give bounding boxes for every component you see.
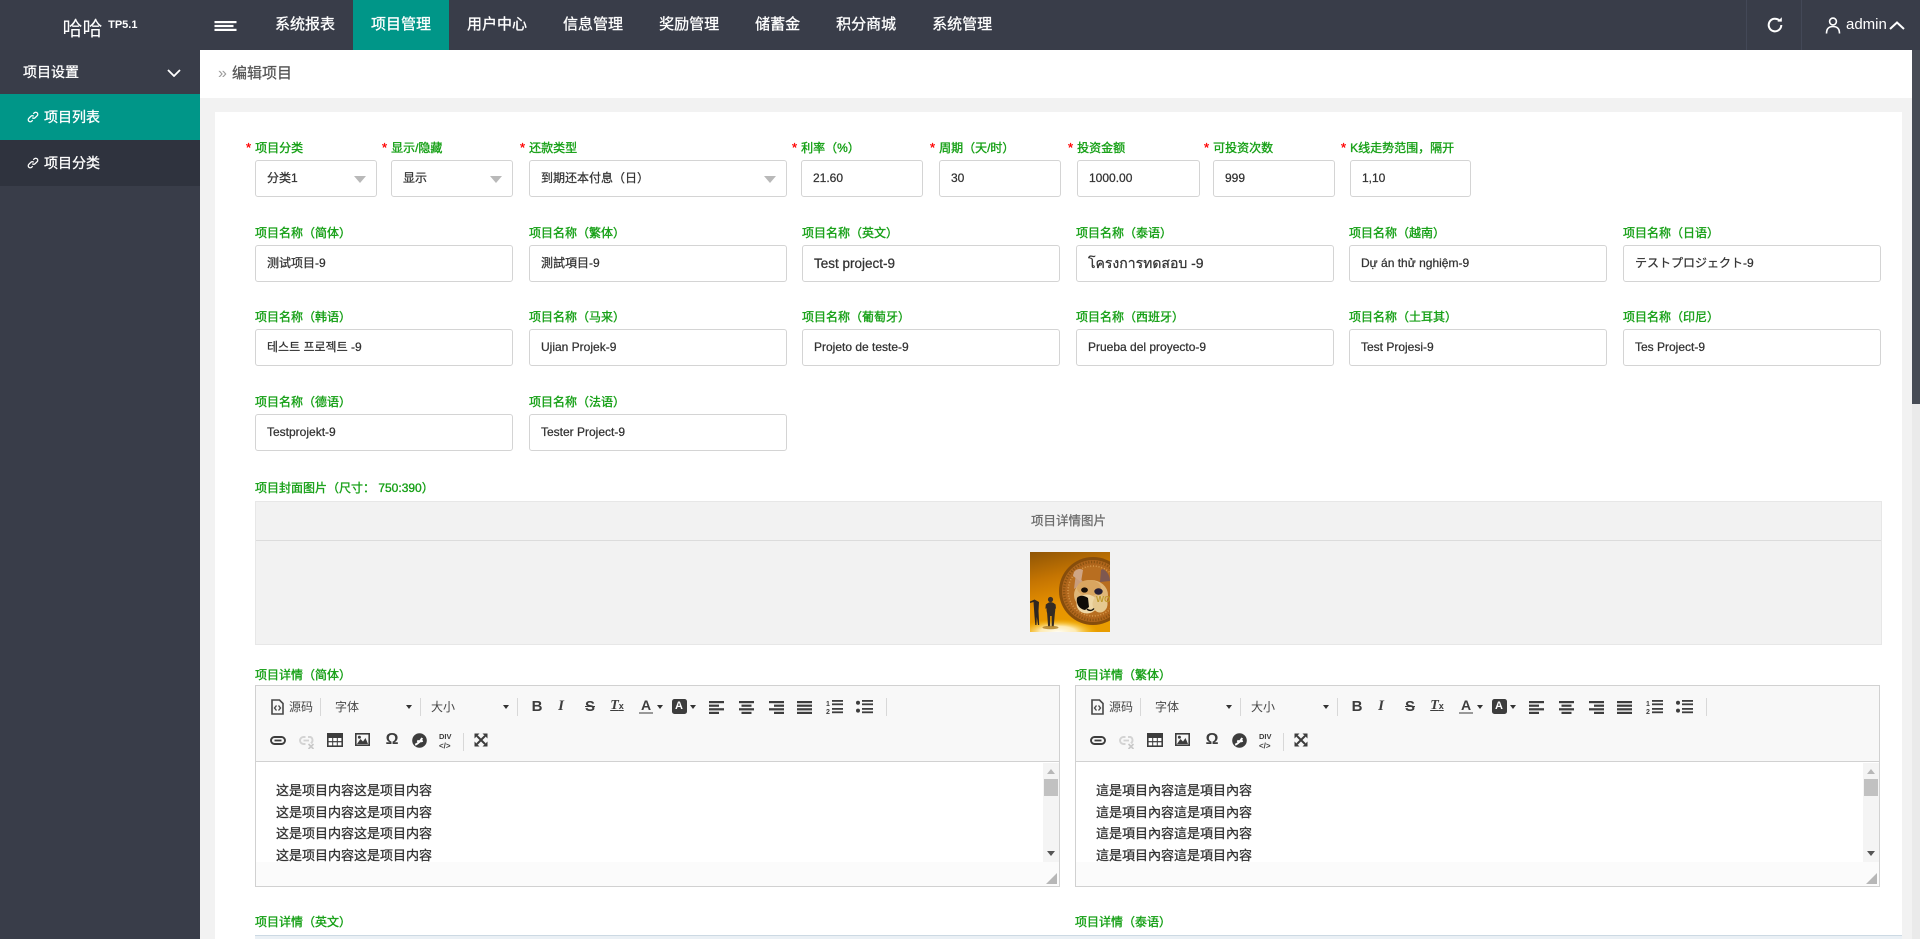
svg-text:1: 1 bbox=[1646, 701, 1650, 708]
svg-text:</>: </> bbox=[439, 742, 451, 751]
svg-text:WO: WO bbox=[1096, 594, 1110, 604]
svg-text:2: 2 bbox=[1646, 709, 1650, 714]
svg-text:1: 1 bbox=[826, 701, 830, 708]
svg-text:DIV: DIV bbox=[439, 732, 452, 741]
svg-text:2: 2 bbox=[826, 709, 830, 714]
svg-text:</>: </> bbox=[1259, 742, 1271, 751]
svg-text:DIV: DIV bbox=[1259, 732, 1272, 741]
